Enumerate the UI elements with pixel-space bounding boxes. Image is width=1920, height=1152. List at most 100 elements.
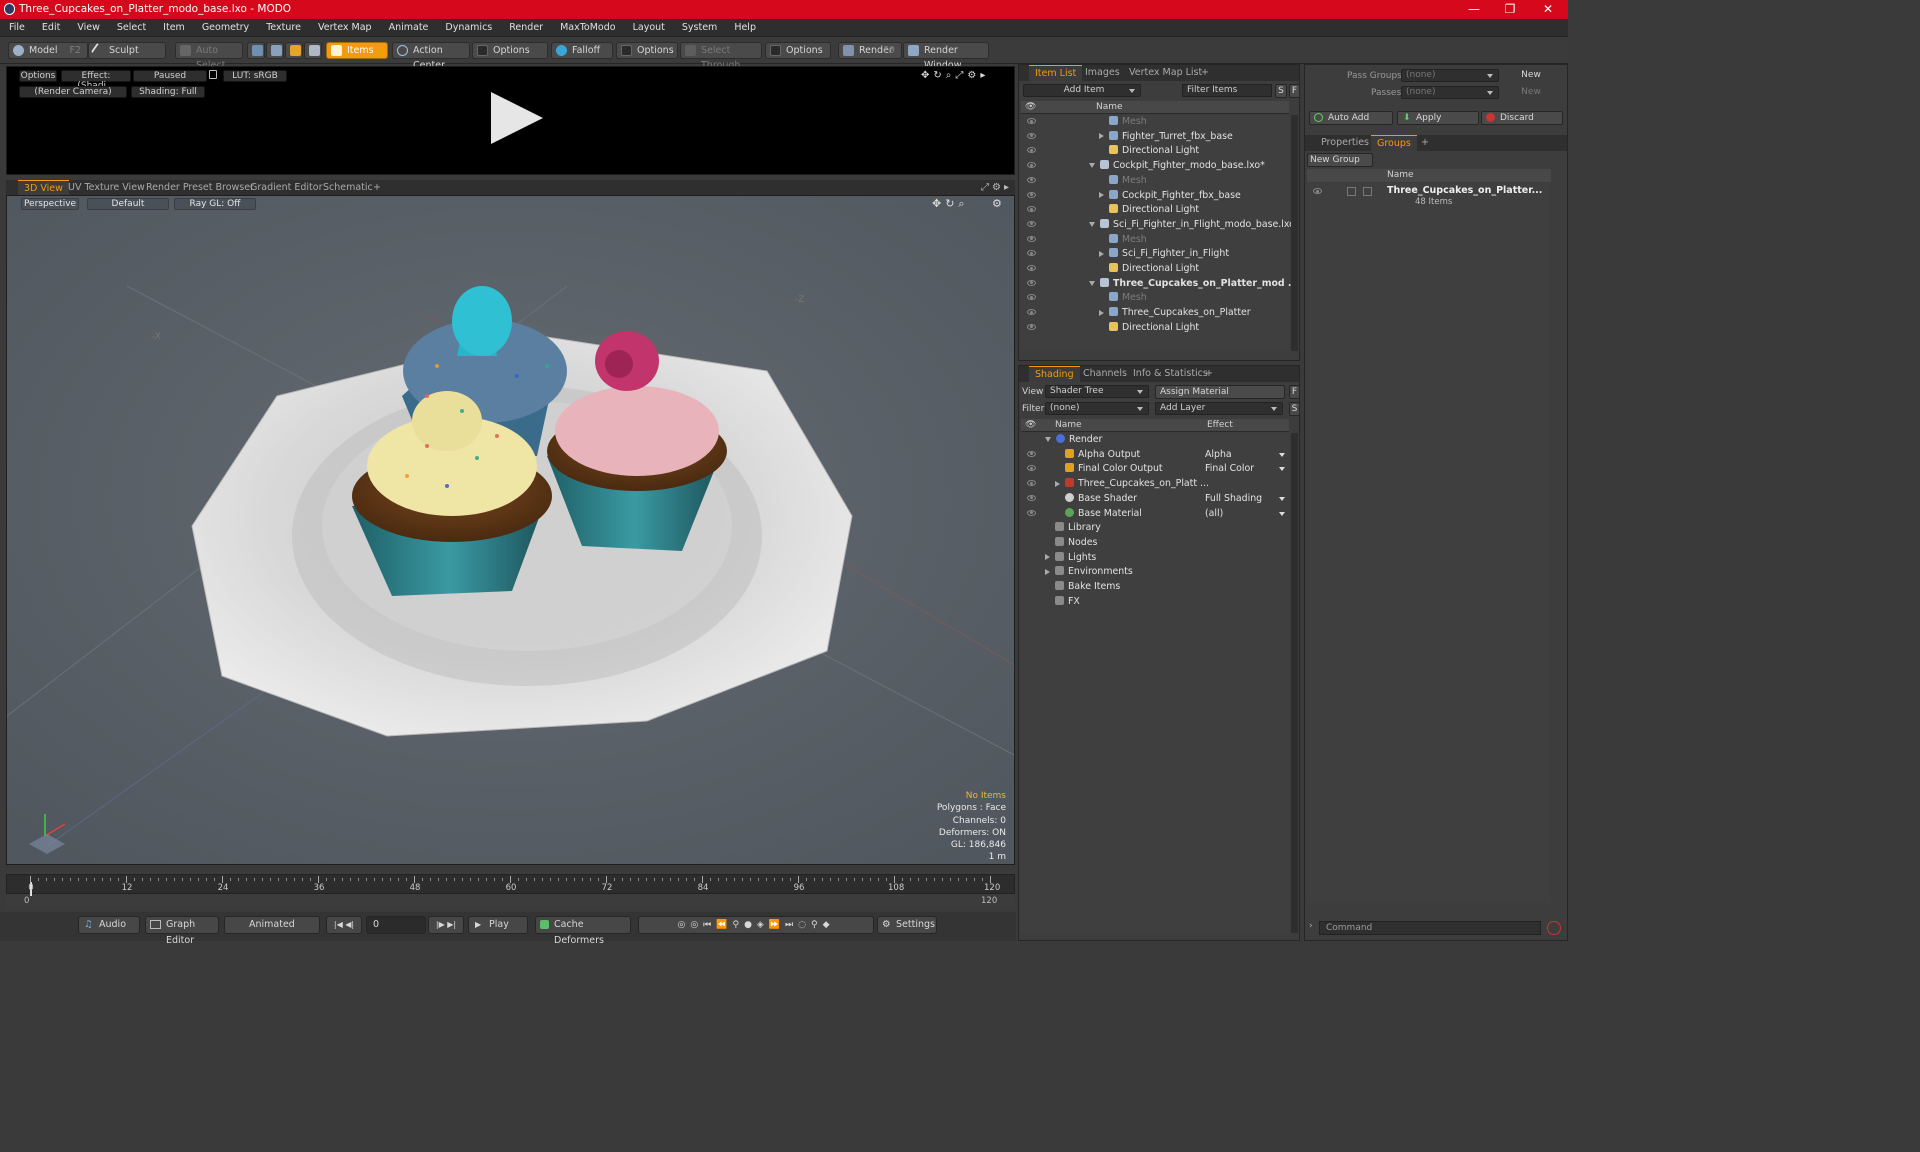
expand-arrow-icon[interactable] <box>1099 192 1104 198</box>
expand-arrow-icon[interactable] <box>1055 480 1060 487</box>
shader-tree-row[interactable]: Lights <box>1021 551 1289 566</box>
graph-editor-button[interactable]: Graph Editor <box>145 916 219 946</box>
item-list-row[interactable]: Three_Cupcakes_on_Platter_mod ... <box>1021 277 1299 292</box>
visibility-eye-icon[interactable] <box>1027 309 1036 316</box>
menu-view[interactable]: View <box>77 22 100 33</box>
menu-edit[interactable]: Edit <box>42 22 60 33</box>
select-polygons-button[interactable] <box>285 42 303 59</box>
pass-groups-dropdown[interactable]: (none) <box>1401 69 1499 82</box>
item-list-row[interactable]: Sci_Fi_Fighter_in_Flight <box>1021 247 1289 262</box>
effect-dropdown[interactable]: Full Shading <box>1205 493 1287 504</box>
visibility-eye-icon[interactable] <box>1027 118 1036 124</box>
items-mode-button[interactable]: Items <box>326 42 388 59</box>
audio-button[interactable]: ♫ Audio <box>78 916 140 934</box>
add-tab-button[interactable]: + <box>1415 135 1435 151</box>
shader-tree-row[interactable]: Bake Items <box>1021 580 1289 595</box>
expand-arrow-icon[interactable] <box>1099 309 1104 316</box>
falloff-options-button[interactable]: Options <box>616 42 678 59</box>
visibility-eye-icon[interactable] <box>1027 250 1036 257</box>
menu-render[interactable]: Render <box>509 22 543 33</box>
preview-paused-button[interactable]: Paused <box>133 70 207 82</box>
shader-tree-scrollbar[interactable] <box>1291 433 1298 933</box>
visibility-eye-icon[interactable] <box>1027 509 1036 516</box>
shader-tree-row[interactable]: Base Material (all) <box>1021 507 1289 522</box>
item-list-row[interactable]: Sci_Fi_Fighter_in_Flight_modo_base.lxo <box>1021 218 1295 233</box>
shader-tree-row[interactable]: Nodes <box>1021 536 1289 551</box>
menu-dynamics[interactable]: Dynamics <box>445 22 492 33</box>
lut-dropdown[interactable]: LUT: sRGB <box>223 70 287 82</box>
menu-texture[interactable]: Texture <box>266 22 301 33</box>
visibility-eye-icon[interactable] <box>1027 132 1036 139</box>
visibility-eye-icon[interactable] <box>1027 465 1036 472</box>
shader-tree-row[interactable]: Alpha Output Alpha <box>1021 448 1289 463</box>
expand-gear-icons[interactable]: ⤢⚙▸ <box>981 182 1012 193</box>
sculpt-mode-button[interactable]: Sculpt <box>88 42 166 59</box>
command-record-icon[interactable] <box>1547 921 1561 935</box>
item-list-scrollbar[interactable] <box>1291 115 1298 351</box>
visibility-eye-icon[interactable] <box>1027 176 1036 183</box>
tab-properties[interactable]: Properties <box>1315 135 1375 151</box>
model-mode-button[interactable]: Model F2 <box>8 42 88 59</box>
visibility-eye-icon[interactable] <box>1027 480 1036 487</box>
select-checkbox[interactable] <box>1363 187 1372 196</box>
tab-groups[interactable]: Groups <box>1371 135 1417 151</box>
effect-dropdown[interactable]: Final Color <box>1205 463 1287 474</box>
expand-arrow-icon[interactable] <box>1045 568 1050 575</box>
render-button[interactable]: Render F9 <box>838 42 902 59</box>
visibility-eye-icon[interactable] <box>1027 294 1036 301</box>
expand-arrow-icon[interactable] <box>1045 554 1050 561</box>
item-list-row[interactable]: Directional Light <box>1021 262 1289 277</box>
animated-dropdown[interactable]: Animated <box>224 916 320 934</box>
filter-f-button[interactable]: F <box>1289 84 1300 98</box>
add-tab-button[interactable]: + <box>367 180 387 196</box>
skip-start-buttons[interactable]: |◀ ◀| <box>326 916 362 934</box>
menu-animate[interactable]: Animate <box>389 22 429 33</box>
expand-arrow-icon[interactable] <box>1099 133 1104 140</box>
tab-shading[interactable]: Shading <box>1029 366 1080 382</box>
item-list-row[interactable]: Mesh <box>1021 233 1289 248</box>
preview-nav-icons[interactable]: ✥↻⌕⤢⚙▸ <box>921 70 989 81</box>
shader-tree-row[interactable]: Final Color Output Final Color <box>1021 462 1289 477</box>
item-list-row[interactable]: Three_Cupcakes_on_Platter <box>1021 306 1289 321</box>
collapse-arrow-icon[interactable] <box>1045 437 1051 442</box>
timeline[interactable]: 0 120 0 12 24 36 48 60 72 84 96 108 120 <box>6 872 1015 908</box>
viewport-gear-icon[interactable]: ⚙ <box>992 197 1002 210</box>
tab-render-preset-browser[interactable]: Render Preset Browser <box>140 180 260 196</box>
menu-select[interactable]: Select <box>117 22 146 33</box>
passes-dropdown[interactable]: (none) <box>1401 86 1499 99</box>
render-window-button[interactable]: Render Window <box>903 42 989 71</box>
visibility-eye-icon[interactable] <box>1027 235 1036 242</box>
new-pass-button[interactable]: New <box>1503 86 1559 100</box>
menu-maxtomodo[interactable]: MaxToModo <box>560 22 616 33</box>
falloff-button[interactable]: Falloff <box>551 42 613 59</box>
tab-channels[interactable]: Channels <box>1077 366 1133 382</box>
add-layer-dropdown[interactable]: Add Layer <box>1155 402 1283 415</box>
shader-tree-row[interactable]: Three_Cupcakes_on_Platt ... <box>1021 477 1289 492</box>
item-list-row[interactable]: Directional Light <box>1021 203 1289 218</box>
visibility-eye-icon[interactable] <box>1027 323 1036 330</box>
expand-arrow-icon[interactable] <box>1099 250 1104 257</box>
visibility-eye-icon[interactable] <box>1027 450 1036 457</box>
ray-gl-toggle[interactable]: Ray GL: Off <box>174 198 256 210</box>
view-dropdown[interactable]: Shader Tree <box>1045 385 1149 398</box>
shading-f-button[interactable]: F <box>1289 385 1300 399</box>
discard-button[interactable]: Discard <box>1481 111 1563 125</box>
shader-tree-row[interactable]: Library <box>1021 521 1289 536</box>
visibility-eye-icon[interactable] <box>1027 162 1036 169</box>
auto-select-button[interactable]: Auto Select <box>175 42 243 71</box>
item-list-row[interactable]: Cockpit_Fighter_modo_base.lxo* <box>1021 159 1289 174</box>
style-dropdown[interactable]: Default <box>87 198 169 210</box>
action-center-options-button[interactable]: Options <box>472 42 548 59</box>
menu-help[interactable]: Help <box>734 22 756 33</box>
tab-gradient-editor[interactable]: Gradient Editor <box>244 180 328 196</box>
lock-icon[interactable] <box>209 70 217 79</box>
new-group-button[interactable]: New Group <box>1307 153 1373 167</box>
select-vertices-button[interactable] <box>247 42 265 59</box>
assign-material-button[interactable]: Assign Material <box>1155 385 1285 399</box>
item-list-row[interactable]: Mesh <box>1021 115 1289 130</box>
settings-button[interactable]: ⚙ Settings <box>877 916 937 934</box>
play-button[interactable]: ▶ Play <box>468 916 528 934</box>
step-forward-buttons[interactable]: |▶ ▶| <box>428 916 464 934</box>
shader-tree-row[interactable]: Base Shader Full Shading <box>1021 492 1289 507</box>
visibility-eye-icon[interactable] <box>1027 191 1036 198</box>
